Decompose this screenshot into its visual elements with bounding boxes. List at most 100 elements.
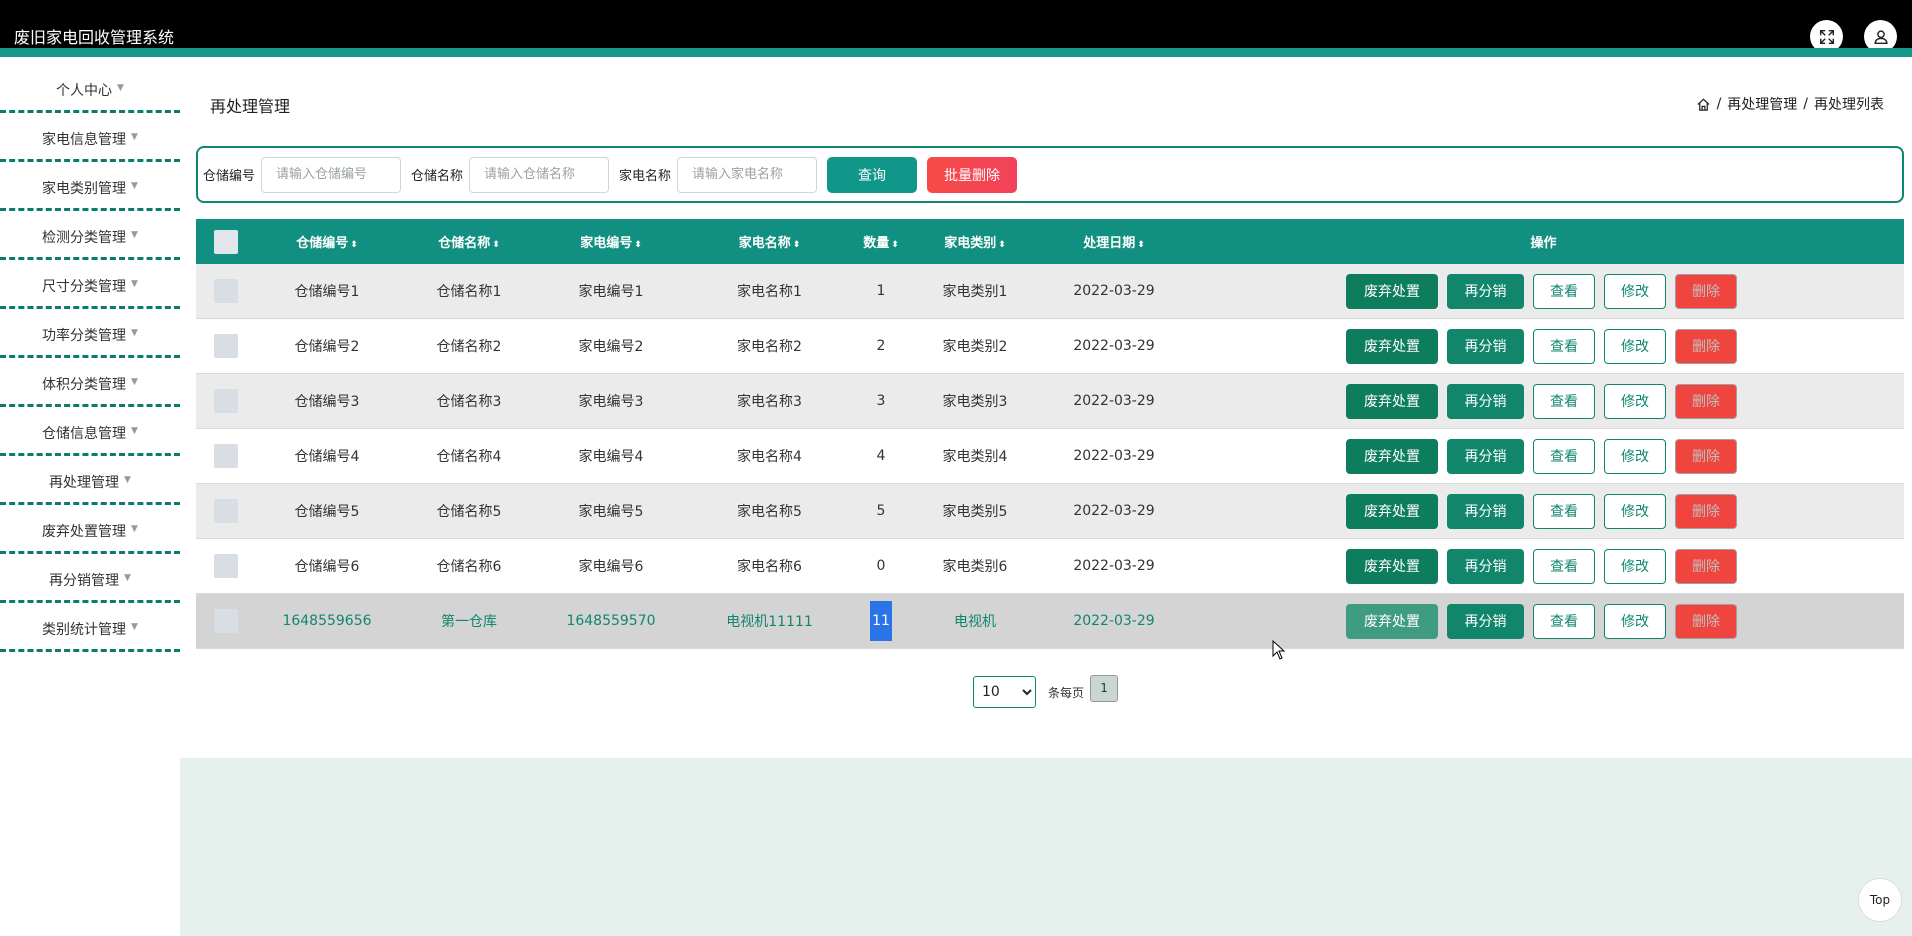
- cell-appliance-no: 家电编号2: [578, 339, 644, 355]
- sidebar-item-label: 废弃处置管理: [42, 524, 127, 540]
- sidebar-item-reprocess[interactable]: 再处理管理 ▼: [0, 456, 180, 505]
- row-checkbox[interactable]: [214, 554, 238, 578]
- sidebar-item-label: 仓储信息管理: [42, 426, 127, 442]
- sidebar-item-power-class[interactable]: 功率分类管理 ▼: [0, 309, 180, 358]
- home-icon[interactable]: [1696, 97, 1711, 112]
- edit-button[interactable]: 修改: [1604, 383, 1666, 419]
- view-button[interactable]: 查看: [1533, 493, 1595, 529]
- caret-down-icon: ▼: [131, 181, 138, 191]
- redistribute-button[interactable]: 再分销: [1447, 493, 1524, 529]
- view-button[interactable]: 查看: [1533, 438, 1595, 474]
- sidebar-item-inspection-class[interactable]: 检测分类管理 ▼: [0, 211, 180, 260]
- breadcrumb-separator: /: [1803, 96, 1808, 112]
- redistribute-button[interactable]: 再分销: [1447, 438, 1524, 474]
- column-header-appliance-no[interactable]: 家电编号 ⬍: [540, 232, 682, 251]
- redistribute-button[interactable]: 再分销: [1447, 603, 1524, 639]
- bulk-delete-button[interactable]: 批量删除: [927, 156, 1018, 193]
- cell-category: 家电类别5: [942, 504, 1008, 520]
- sidebar-item-appliance-category[interactable]: 家电类别管理 ▼: [0, 162, 180, 211]
- discard-button[interactable]: 废弃处置: [1346, 383, 1438, 419]
- delete-button[interactable]: 删除: [1675, 328, 1737, 364]
- cell-date: 2022-03-29: [1073, 283, 1155, 299]
- row-checkbox[interactable]: [214, 279, 238, 303]
- discard-button[interactable]: 废弃处置: [1346, 273, 1438, 309]
- sidebar-item-label: 再处理管理: [49, 475, 120, 491]
- delete-button[interactable]: 删除: [1675, 383, 1737, 419]
- column-header-quantity[interactable]: 数量 ⬍: [857, 232, 905, 251]
- delete-button[interactable]: 删除: [1675, 273, 1737, 309]
- edit-button[interactable]: 修改: [1604, 438, 1666, 474]
- table-row: 仓储编号4 仓储名称4 家电编号4 家电名称4 4 家电类别4 2022-03-…: [196, 429, 1904, 484]
- delete-button[interactable]: 删除: [1675, 548, 1737, 584]
- cell-date: 2022-03-29: [1073, 503, 1155, 519]
- page-button-current[interactable]: 1: [1090, 674, 1119, 702]
- caret-down-icon: ▼: [131, 132, 138, 142]
- sidebar-item-warehouse-info[interactable]: 仓储信息管理 ▼: [0, 407, 180, 456]
- breadcrumb: / 再处理管理 / 再处理列表: [1696, 94, 1884, 114]
- delete-button[interactable]: 删除: [1675, 493, 1737, 529]
- row-checkbox[interactable]: [214, 499, 238, 523]
- redistribute-button[interactable]: 再分销: [1447, 328, 1524, 364]
- edit-button[interactable]: 修改: [1604, 493, 1666, 529]
- discard-button[interactable]: 废弃处置: [1346, 603, 1438, 639]
- sidebar-item-size-class[interactable]: 尺寸分类管理 ▼: [0, 260, 180, 309]
- edit-button[interactable]: 修改: [1604, 548, 1666, 584]
- cell-warehouse-name: 仓储名称6: [436, 559, 502, 575]
- column-header-warehouse-no[interactable]: 仓储编号 ⬍: [256, 232, 398, 251]
- row-checkbox[interactable]: [214, 609, 238, 633]
- discard-button[interactable]: 废弃处置: [1346, 438, 1438, 474]
- app-title: 废旧家电回收管理系统: [14, 28, 175, 47]
- cell-appliance-no: 家电编号3: [578, 394, 644, 410]
- row-checkbox[interactable]: [214, 444, 238, 468]
- cell-appliance-name: 家电名称2: [737, 339, 802, 355]
- sidebar-item-appliance-info[interactable]: 家电信息管理 ▼: [0, 113, 180, 162]
- discard-button[interactable]: 废弃处置: [1346, 548, 1438, 584]
- row-checkbox[interactable]: [214, 389, 238, 413]
- cell-date: 2022-03-29: [1073, 393, 1155, 409]
- sidebar-item-volume-class[interactable]: 体积分类管理 ▼: [0, 358, 180, 407]
- view-button[interactable]: 查看: [1533, 273, 1595, 309]
- sidebar-item-label: 体积分类管理: [42, 377, 127, 393]
- cell-warehouse-name: 仓储名称5: [436, 504, 502, 520]
- column-header-category[interactable]: 家电类别 ⬍: [905, 232, 1045, 251]
- column-header-appliance-name[interactable]: 家电名称 ⬍: [682, 232, 857, 251]
- redistribute-button[interactable]: 再分销: [1447, 548, 1524, 584]
- edit-button[interactable]: 修改: [1604, 328, 1666, 364]
- redistribute-button[interactable]: 再分销: [1447, 273, 1524, 309]
- sidebar-item-redistribution[interactable]: 再分销管理 ▼: [0, 554, 180, 603]
- per-page-label: 条每页: [1048, 685, 1085, 700]
- back-to-top-button[interactable]: Top: [1858, 878, 1902, 922]
- cell-quantity: 4: [876, 448, 886, 464]
- cell-warehouse-no: 1648559656: [282, 613, 372, 629]
- breadcrumb-level1[interactable]: 再处理管理: [1727, 94, 1797, 114]
- discard-button[interactable]: 废弃处置: [1346, 493, 1438, 529]
- caret-down-icon: ▼: [131, 524, 138, 534]
- edit-button[interactable]: 修改: [1604, 603, 1666, 639]
- breadcrumb-separator: /: [1716, 96, 1722, 112]
- sidebar-item-discard[interactable]: 废弃处置管理 ▼: [0, 505, 180, 554]
- delete-button[interactable]: 删除: [1675, 603, 1737, 639]
- query-button[interactable]: 查询: [827, 156, 918, 193]
- discard-button[interactable]: 废弃处置: [1346, 328, 1438, 364]
- view-button[interactable]: 查看: [1533, 383, 1595, 419]
- cell-appliance-name: 家电名称1: [737, 284, 802, 300]
- view-button[interactable]: 查看: [1533, 548, 1595, 584]
- appliance-name-input[interactable]: [677, 156, 818, 193]
- cell-quantity: 5: [876, 503, 886, 519]
- column-header-date[interactable]: 处理日期 ⬍: [1045, 232, 1183, 251]
- cell-warehouse-no: 仓储编号3: [294, 394, 360, 410]
- sidebar-item-category-stats[interactable]: 类别统计管理 ▼: [0, 603, 180, 652]
- delete-button[interactable]: 删除: [1675, 438, 1737, 474]
- sidebar-item-personal-center[interactable]: 个人中心 ▼: [0, 64, 180, 113]
- view-button[interactable]: 查看: [1533, 328, 1595, 364]
- caret-down-icon: ▼: [124, 573, 131, 583]
- redistribute-button[interactable]: 再分销: [1447, 383, 1524, 419]
- warehouse-name-input[interactable]: [469, 156, 610, 193]
- page-size-select[interactable]: 10: [973, 676, 1036, 708]
- warehouse-no-input[interactable]: [261, 156, 402, 193]
- view-button[interactable]: 查看: [1533, 603, 1595, 639]
- column-header-warehouse-name[interactable]: 仓储名称 ⬍: [398, 232, 540, 251]
- select-all-checkbox[interactable]: [214, 229, 238, 254]
- row-checkbox[interactable]: [214, 334, 238, 358]
- edit-button[interactable]: 修改: [1604, 273, 1666, 309]
